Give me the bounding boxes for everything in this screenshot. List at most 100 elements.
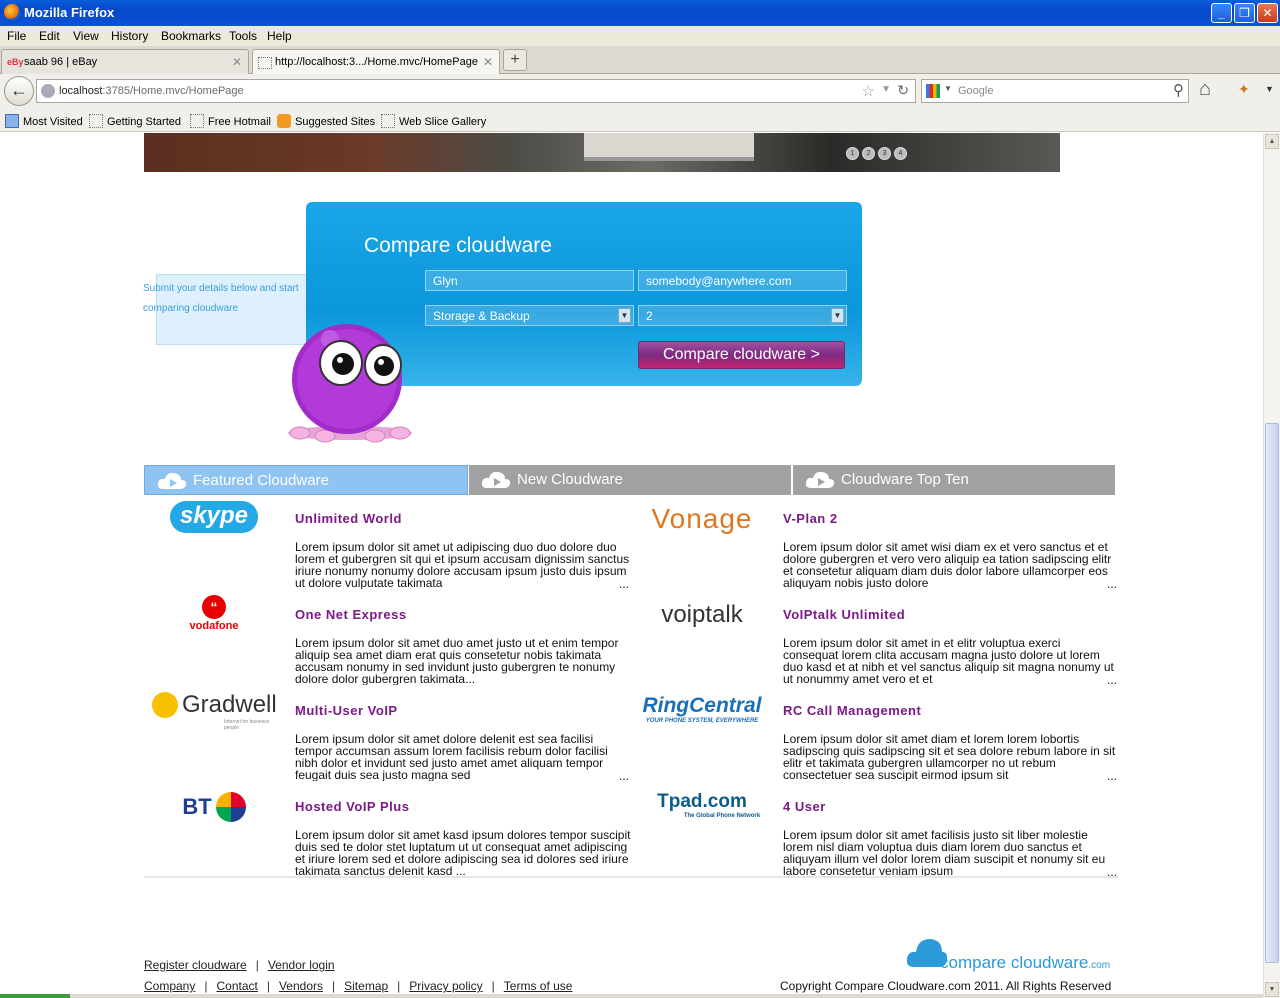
copyright-text: Copyright Compare Cloudware.com 2011. Al… [780, 979, 1112, 993]
compare-button[interactable]: Compare cloudware > [638, 341, 845, 369]
bookmark-suggested-sites[interactable]: Suggested Sites [277, 114, 375, 128]
menu-edit[interactable]: Edit [39, 29, 60, 43]
new-tab-button[interactable]: + [503, 49, 527, 71]
slider-dot-2[interactable]: 2 [862, 147, 875, 160]
menu-tools[interactable]: Tools [229, 29, 257, 43]
tab-new-cloudware[interactable]: New Cloudware [469, 465, 791, 495]
bookmark-label: Suggested Sites [295, 116, 376, 128]
bookmark-label: Free Hotmail [208, 116, 271, 128]
hero-slider: 1234 [144, 133, 1060, 172]
taskbar-edge [0, 994, 1263, 998]
ringcentral-logo-text: RingCentral [642, 694, 762, 717]
tab-homepage[interactable]: http://localhost:3.../Home.mvc/HomePage … [252, 49, 500, 74]
category-value: Storage & Backup [433, 309, 530, 323]
scroll-down-icon[interactable]: ▼ [1265, 982, 1279, 997]
title-bar: Mozilla Firefox _ ❐ ✕ [0, 0, 1280, 26]
product-item[interactable]: voiptalk VoIPtalk Unlimited Lorem ipsum … [632, 591, 1120, 687]
product-item[interactable]: Gradwell Internet for business people Mu… [144, 687, 632, 783]
register-cloudware-link[interactable]: Register cloudware [144, 958, 247, 972]
name-field[interactable]: Glyn [425, 270, 634, 291]
ringcentral-logo[interactable]: RingCentral YOUR PHONE SYSTEM, EVERYWHER… [632, 691, 772, 731]
addon-icon[interactable]: ✦ [1238, 81, 1250, 98]
gradwell-logo[interactable]: Gradwell Internet for business people [144, 691, 284, 731]
menu-file[interactable]: File [7, 29, 26, 43]
bookmark-star-icon[interactable]: ☆ [862, 82, 875, 100]
search-engine-dropdown-icon[interactable]: ▼ [944, 84, 952, 93]
bookmark-free-hotmail[interactable]: Free Hotmail [190, 114, 271, 128]
bookmark-getting-started[interactable]: Getting Started [89, 114, 181, 128]
product-name[interactable]: Multi-User VoIP [295, 703, 398, 718]
gradwell-tagline: Internet for business people [224, 719, 270, 731]
google-icon[interactable] [926, 84, 940, 98]
product-name[interactable]: RC Call Management [783, 703, 921, 718]
vendor-login-link[interactable]: Vendor login [268, 958, 335, 972]
scrollbar-thumb[interactable] [1265, 423, 1279, 963]
search-bar[interactable]: ▼ Google ⚲ [921, 79, 1189, 103]
maximize-button[interactable]: ❐ [1234, 3, 1255, 23]
address-bar[interactable]: localhost:3785/Home.mvc/HomePage ☆ ▼ ↻ [36, 79, 916, 103]
home-icon[interactable]: ⌂ [1199, 78, 1211, 101]
menu-help[interactable]: Help [267, 29, 292, 43]
tab-label: Cloudware Top Ten [841, 471, 969, 488]
product-name[interactable]: One Net Express [295, 607, 407, 622]
product-name[interactable]: VoIPtalk Unlimited [783, 607, 905, 622]
footer-link-sitemap[interactable]: Sitemap [344, 979, 388, 993]
reload-icon[interactable]: ↻ [897, 82, 909, 99]
tab-cloudware-top-ten[interactable]: Cloudware Top Ten [793, 465, 1115, 495]
product-name[interactable]: 4 User [783, 799, 826, 814]
footer-link-terms[interactable]: Terms of use [504, 979, 573, 993]
addon-dropdown-icon[interactable]: ▼ [1265, 84, 1274, 94]
product-name[interactable]: Hosted VoIP Plus [295, 799, 409, 814]
product-item[interactable]: Tpad.com The Global Phone Network 4 User… [632, 783, 1120, 879]
product-name[interactable]: V-Plan 2 [783, 511, 838, 526]
bt-logo[interactable]: BT [144, 787, 284, 827]
footer-link-contact[interactable]: Contact [216, 979, 257, 993]
search-icon[interactable]: ⚲ [1173, 81, 1184, 99]
product-description: Lorem ipsum dolor sit amet wisi diam ex … [783, 541, 1112, 589]
close-tab-icon[interactable]: ✕ [232, 55, 242, 69]
footer-link-privacy[interactable]: Privacy policy [409, 979, 482, 993]
hero-image [584, 133, 754, 161]
bt-logo-text: BT [182, 794, 212, 819]
vertical-scrollbar[interactable]: ▲ ▼ [1263, 133, 1280, 998]
chevron-down-icon[interactable]: ▼ [831, 308, 844, 323]
minimize-button[interactable]: _ [1211, 3, 1232, 23]
vodafone-logo[interactable]: “ vodafone [144, 595, 284, 635]
vonage-logo[interactable]: Vonage [632, 499, 772, 539]
back-button[interactable]: ← [4, 76, 34, 106]
footer-link-company[interactable]: Company [144, 979, 195, 993]
product-item[interactable]: Vonage V-Plan 2 Lorem ipsum dolor sit am… [632, 495, 1120, 591]
bookmark-most-visited[interactable]: Most Visited [5, 114, 83, 128]
slider-dot-4[interactable]: 4 [894, 147, 907, 160]
compare-cloudware-logo[interactable]: compare cloudware.com [906, 929, 1116, 973]
quantity-value: 2 [646, 309, 653, 323]
tab-featured-cloudware[interactable]: Featured Cloudware [144, 465, 468, 495]
voiptalk-logo[interactable]: voiptalk [632, 595, 772, 635]
footer-link-vendors[interactable]: Vendors [279, 979, 323, 993]
quantity-select[interactable]: 2 ▼ [638, 305, 847, 326]
chevron-down-icon[interactable]: ▼ [618, 308, 631, 323]
close-tab-icon[interactable]: ✕ [483, 55, 493, 69]
skype-logo[interactable]: skype [144, 499, 284, 539]
menu-bookmarks[interactable]: Bookmarks [161, 29, 221, 43]
tpad-logo[interactable]: Tpad.com The Global Phone Network [632, 787, 772, 827]
slider-dot-3[interactable]: 3 [878, 147, 891, 160]
email-field[interactable]: somebody@anywhere.com [638, 270, 847, 291]
folder-icon [5, 114, 19, 128]
category-select[interactable]: Storage & Backup ▼ [425, 305, 634, 326]
menu-history[interactable]: History [111, 29, 148, 43]
product-item[interactable]: skype Unlimited World Lorem ipsum dolor … [144, 495, 632, 591]
history-dropdown-icon[interactable]: ▼ [881, 84, 891, 95]
menu-view[interactable]: View [73, 29, 99, 43]
close-button[interactable]: ✕ [1257, 3, 1278, 23]
product-item[interactable]: BT Hosted VoIP Plus Lorem ipsum dolor si… [144, 783, 632, 879]
bookmark-web-slice-gallery[interactable]: Web Slice Gallery [381, 114, 486, 128]
tab-ebay[interactable]: eBy saab 96 | eBay ✕ [1, 49, 249, 74]
product-name[interactable]: Unlimited World [295, 511, 402, 526]
product-item[interactable]: RingCentral YOUR PHONE SYSTEM, EVERYWHER… [632, 687, 1120, 783]
slider-dot-1[interactable]: 1 [846, 147, 859, 160]
product-item[interactable]: “ vodafone One Net Express Lorem ipsum d… [144, 591, 632, 687]
page-icon [258, 57, 272, 69]
scroll-up-icon[interactable]: ▲ [1265, 134, 1279, 149]
tab-label: http://localhost:3.../Home.mvc/HomePage [275, 56, 478, 68]
